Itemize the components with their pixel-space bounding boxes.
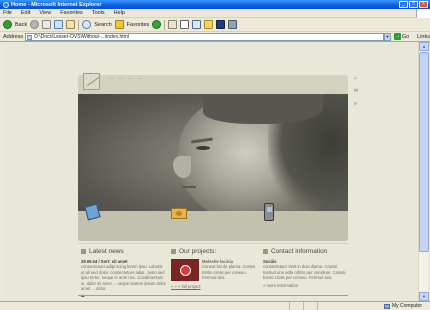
contact-name: Sociiis xyxy=(263,259,277,264)
site-logo[interactable] xyxy=(83,73,100,90)
favorites-button[interactable]: Favorites xyxy=(127,22,150,28)
go-button[interactable]: → Go xyxy=(393,33,410,40)
bullet-icon xyxy=(171,249,176,254)
menu-view[interactable]: View xyxy=(39,10,51,16)
news-title: Latest news xyxy=(89,248,124,255)
home-icon[interactable]: ⌂ xyxy=(354,75,359,81)
search-icon[interactable] xyxy=(82,20,92,29)
icon-strip xyxy=(78,203,348,241)
page-viewport: — — — — ⌂ ✉ ≡ Latest news 29.09.04 / Sor… xyxy=(2,42,418,301)
go-arrow-icon: → xyxy=(393,33,401,40)
side-icons: ⌂ ✉ ≡ xyxy=(354,75,360,114)
stop-icon[interactable] xyxy=(42,20,52,29)
edit-icon[interactable] xyxy=(192,20,202,29)
windows-logo-icon xyxy=(416,9,430,18)
media-icon[interactable] xyxy=(152,20,162,29)
address-label: Address xyxy=(3,33,24,40)
mail-icon[interactable] xyxy=(168,20,178,29)
forward-icon[interactable] xyxy=(30,20,40,29)
hero-photo xyxy=(78,94,348,211)
bullet-icon xyxy=(263,249,268,254)
menu-edit[interactable]: Edit xyxy=(21,10,30,16)
go-label: Go xyxy=(401,33,410,40)
address-input[interactable]: D:\Docs\Lesser-OVS\Without-...\index.htm… xyxy=(25,32,385,41)
projects-title: Our projects: xyxy=(179,248,217,255)
folder-icon[interactable] xyxy=(170,203,188,223)
back-icon[interactable] xyxy=(3,20,12,29)
folder-icon[interactable] xyxy=(204,20,214,29)
project-thumbnail[interactable] xyxy=(171,259,199,281)
home-icon[interactable] xyxy=(66,20,76,29)
menu-help[interactable]: Help xyxy=(114,10,125,16)
projects-section: Our projects: Molestie lacinia Coneat li… xyxy=(171,248,259,289)
vertical-scrollbar[interactable]: ▲ ▼ xyxy=(418,42,429,301)
back-button[interactable]: Back xyxy=(15,22,27,28)
scroll-up-button[interactable]: ▲ xyxy=(419,42,429,51)
title-bar: Home - Microsoft Internet Explorer _ □ × xyxy=(0,0,430,9)
research-icon[interactable] xyxy=(228,20,238,29)
refresh-icon[interactable] xyxy=(54,20,64,29)
contact-title: Contact information xyxy=(271,248,328,255)
scroll-down-button[interactable]: ▼ xyxy=(419,292,429,301)
news-section: Latest news 29.09.04 / Sort: sit amet co… xyxy=(81,248,167,297)
print-icon[interactable] xyxy=(180,20,190,29)
menu-file[interactable]: File xyxy=(3,10,12,16)
minimize-button[interactable]: _ xyxy=(399,1,408,8)
contact-text: consectetuer Vest in duis diama. Conssi … xyxy=(263,264,346,281)
menu-tools[interactable]: Tools xyxy=(92,10,105,16)
menu-favorites[interactable]: Favorites xyxy=(60,10,83,16)
bullet-icon xyxy=(81,249,86,254)
phone-icon[interactable] xyxy=(260,203,278,223)
address-bar: Address D:\Docs\Lesser-OVS\Without-...\i… xyxy=(0,32,430,42)
links-button[interactable]: Links xyxy=(417,34,430,40)
more-information-link[interactable]: » more information xyxy=(263,283,349,288)
favorites-icon[interactable] xyxy=(114,20,124,29)
scroll-thumb[interactable] xyxy=(419,52,429,252)
site-header: — — — — xyxy=(78,73,348,241)
close-button[interactable]: × xyxy=(419,1,428,8)
page-icon xyxy=(27,34,33,40)
mail-icon[interactable]: ✉ xyxy=(354,88,359,94)
messenger-icon[interactable] xyxy=(216,20,226,29)
status-bar: My Computer xyxy=(0,301,430,310)
address-value: D:\Docs\Lesser-OVS\Without-...\index.htm… xyxy=(34,33,129,40)
toolbar: Back Search Favorites xyxy=(0,18,430,32)
news-text: consectetuer adipi scing lorem ipsu. Lob… xyxy=(81,264,166,292)
ie-icon xyxy=(3,1,9,8)
address-dropdown[interactable]: ▼ xyxy=(384,32,391,41)
site-nav[interactable]: — — — — xyxy=(110,75,143,80)
search-button[interactable]: Search xyxy=(94,22,111,28)
all-projects-link[interactable]: » » » full project xyxy=(171,284,259,289)
computer-icon xyxy=(383,303,390,309)
contact-section: Contact information Sociiis consectetuer… xyxy=(263,248,349,288)
pda-icon[interactable] xyxy=(84,203,102,223)
menu-bar: File Edit View Favorites Tools Help xyxy=(0,9,430,18)
sitemap-icon[interactable]: ≡ xyxy=(354,101,359,107)
maximize-button[interactable]: □ xyxy=(409,1,418,8)
zone-label: My Computer xyxy=(391,303,422,309)
window-title: Home - Microsoft Internet Explorer xyxy=(11,1,102,8)
